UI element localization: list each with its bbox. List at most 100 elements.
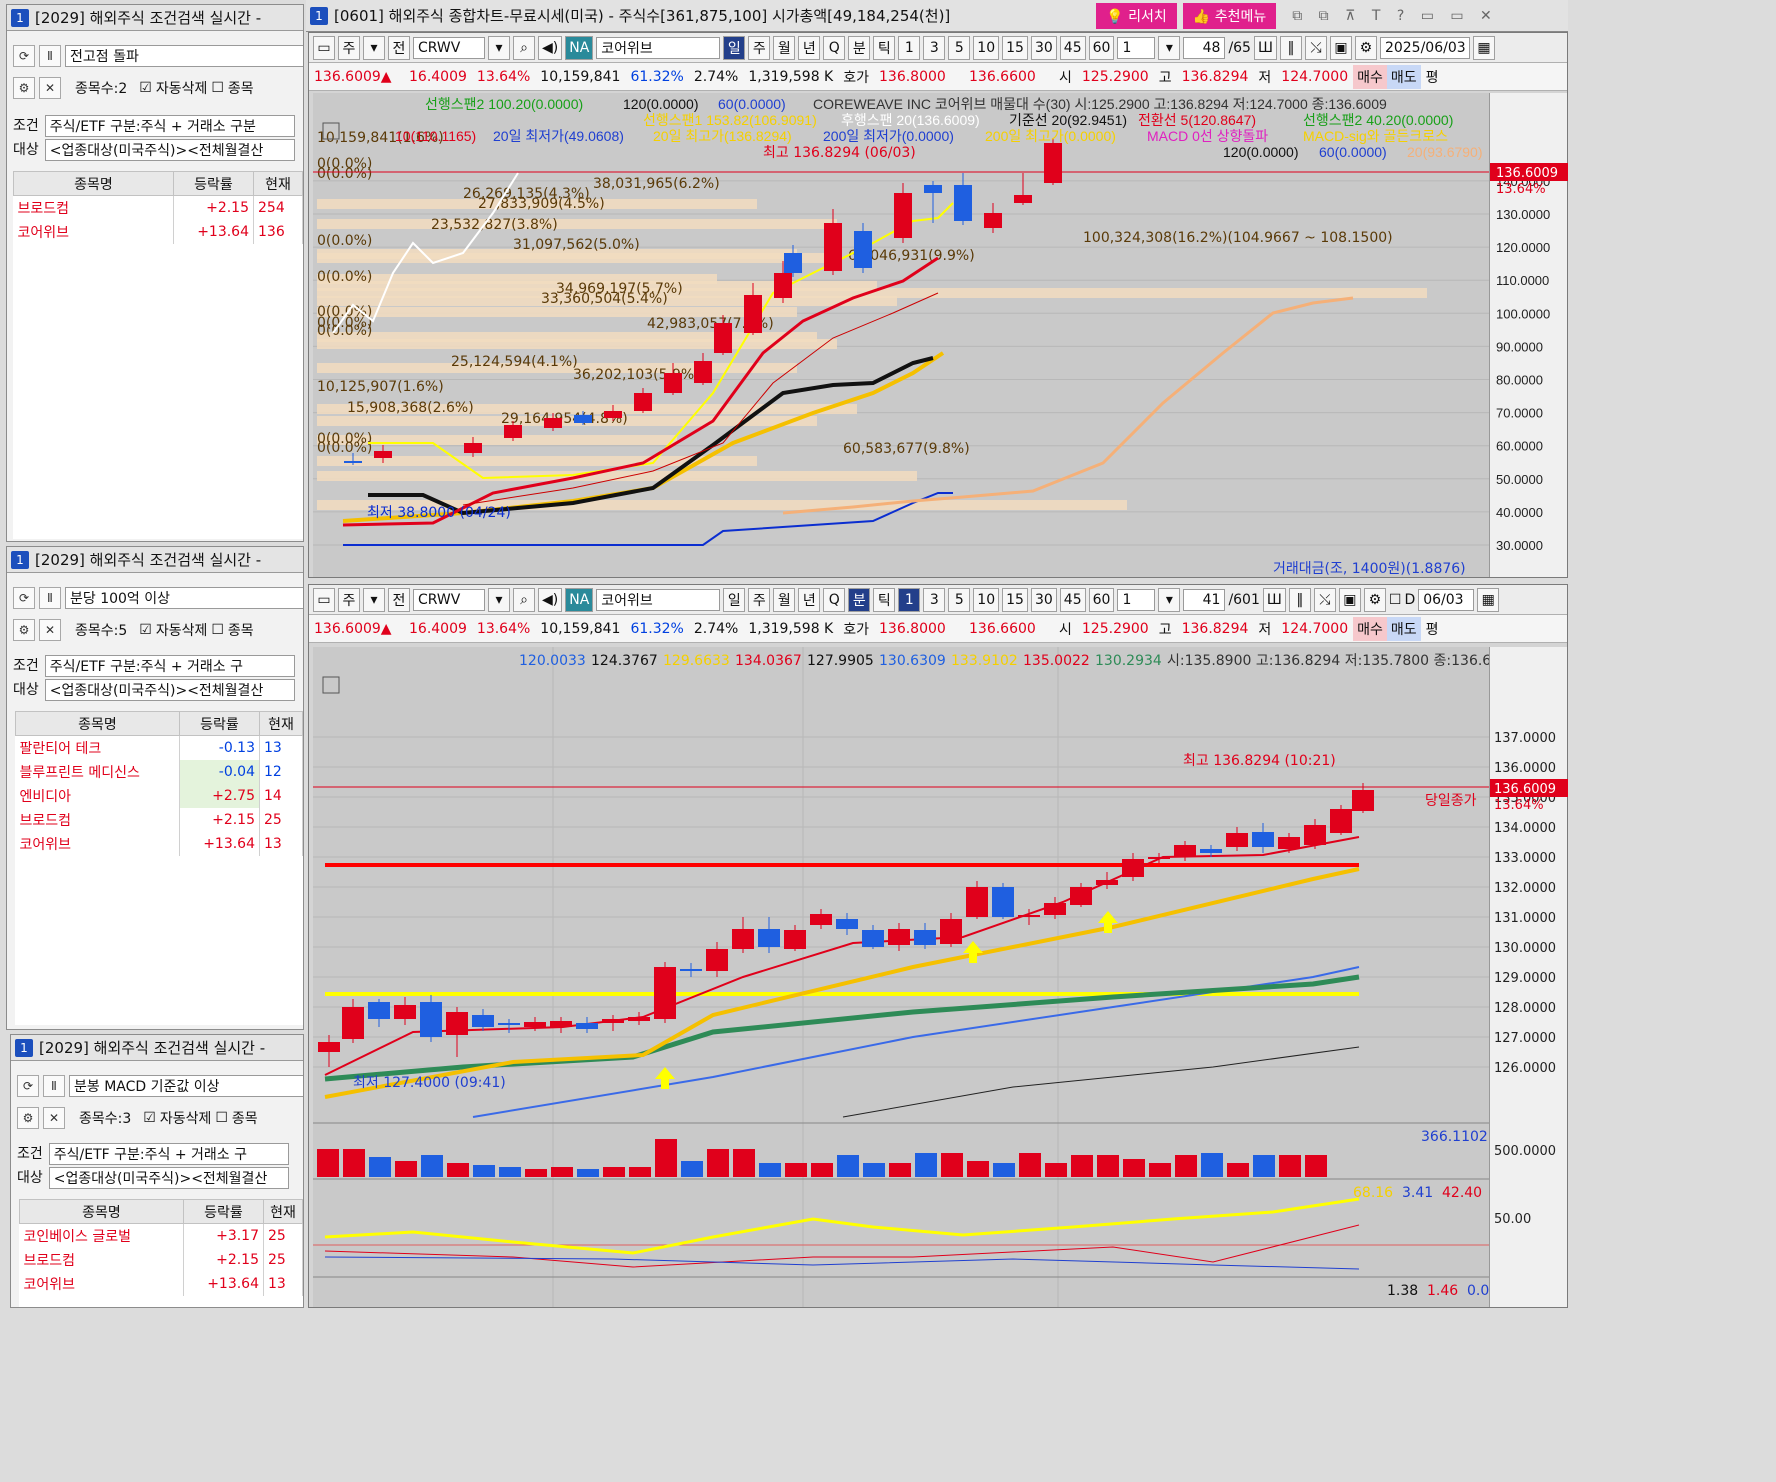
row-name[interactable]: 코인베이스 글로벌	[19, 1223, 184, 1248]
gear-icon[interactable]: ⚙	[17, 1107, 39, 1129]
period-month[interactable]: 월	[773, 587, 796, 612]
candle-icon[interactable]: Ш	[1262, 587, 1286, 612]
auto-delete-checkbox[interactable]: ☑	[143, 1110, 156, 1126]
table-row[interactable]: 코어위브 +13.64 13	[19, 1271, 303, 1296]
sell-button[interactable]: 매도	[1386, 64, 1421, 89]
sell-button[interactable]: 매도	[1386, 616, 1421, 641]
interval-15[interactable]: 15	[1002, 587, 1028, 612]
refresh-icon[interactable]: ⟳	[13, 45, 35, 67]
partial-checkbox[interactable]: ☐	[215, 1110, 228, 1126]
row-name[interactable]: 브로드컴	[19, 1247, 184, 1272]
window-titlebar[interactable]: 1 [2029] 해외주식 조건검색 실시간 -	[11, 1035, 303, 1061]
period-tick[interactable]: 틱	[873, 587, 896, 612]
interval-45[interactable]: 45	[1059, 587, 1086, 612]
dropdown-icon[interactable]: ▾	[363, 587, 385, 612]
interval-60[interactable]: 60	[1088, 35, 1115, 60]
daily-plot-area[interactable]: 10,159,841(1.6%) 0(0.0%) 26,269,135(4.3%) 3…	[313, 93, 1489, 577]
stock-name-field[interactable]: 코어위브	[596, 588, 721, 611]
interval-10[interactable]: 10	[973, 587, 1000, 612]
window-titlebar[interactable]: 1 [2029] 해외주식 조건검색 실시간 -	[7, 547, 303, 573]
type-button[interactable]: 주	[338, 587, 360, 612]
row-name[interactable]: 엔비디아	[15, 783, 180, 808]
table-row[interactable]: 코어위브 +13.64 136	[13, 219, 303, 244]
bar-count-input[interactable]: 41	[1183, 588, 1226, 611]
interval-custom[interactable]: 1	[1117, 588, 1156, 611]
auto-delete-checkbox[interactable]: ☑	[139, 80, 152, 96]
row-name[interactable]: 코어위브	[19, 1271, 184, 1296]
table-row[interactable]: 브로드컴 +2.15 25	[15, 807, 303, 832]
refresh-icon[interactable]: ⟳	[17, 1075, 39, 1097]
symbol-input[interactable]: CRWV	[413, 36, 485, 59]
speaker-icon[interactable]: ◀)	[538, 35, 563, 60]
period-quarter[interactable]: Q	[823, 587, 846, 612]
interval-dropdown-icon[interactable]: ▾	[1158, 35, 1181, 60]
symbol-dropdown-icon[interactable]: ▾	[488, 587, 510, 612]
row-name[interactable]: 팔란티어 테크	[15, 735, 180, 760]
period-year[interactable]: 년	[798, 35, 821, 60]
cond-field[interactable]: 주식/ETF 구분:주식 + 거래소 구	[48, 1143, 289, 1165]
interval-3[interactable]: 3	[923, 35, 946, 60]
period-day[interactable]: 일	[723, 587, 746, 612]
period-week[interactable]: 주	[748, 587, 771, 612]
bar-count-input[interactable]: 48	[1183, 36, 1226, 59]
table-row[interactable]: 코어위브 +13.64 13	[15, 831, 303, 856]
prev-button[interactable]: 전	[388, 587, 410, 612]
interval-10[interactable]: 10	[973, 35, 1000, 60]
dropdown-icon[interactable]: ▾	[363, 35, 385, 60]
condition-name-field[interactable]: 분봉 MACD 기준값 이상	[69, 1075, 303, 1097]
target-field[interactable]: <업종대상(미국주식)><전체월결산	[48, 1167, 289, 1189]
symbol-dropdown-icon[interactable]: ▾	[488, 35, 510, 60]
target-field[interactable]: <업종대상(미국주식)><전체월결산	[44, 679, 295, 701]
save-icon[interactable]: ▣	[1338, 587, 1361, 612]
interval-30[interactable]: 30	[1030, 587, 1057, 612]
period-quarter[interactable]: Q	[823, 35, 846, 60]
recommend-button[interactable]: 👍 추천메뉴	[1182, 2, 1277, 29]
gear-icon[interactable]: ⚙	[1363, 587, 1386, 612]
pause-icon[interactable]: Ⅱ	[43, 1075, 65, 1097]
period-minute[interactable]: 분	[848, 35, 871, 60]
pause-icon[interactable]: Ⅱ	[39, 45, 61, 67]
save-icon[interactable]: ▣	[1329, 35, 1352, 60]
close-icon[interactable]: ✕	[43, 1107, 65, 1129]
calendar-icon[interactable]: ▦	[1472, 35, 1495, 60]
table-row[interactable]: 엔비디아 +2.75 14	[15, 783, 303, 808]
period-month[interactable]: 월	[773, 35, 796, 60]
table-row[interactable]: 브로드컴 +2.15 25	[19, 1247, 303, 1272]
flat-button[interactable]: 평	[1421, 67, 1444, 87]
period-minute[interactable]: 분	[848, 587, 871, 612]
chart-titlebar[interactable]: 1 [0601] 해외주식 종합차트-무료시세(미국) - 주식수[361,87…	[306, 0, 1568, 32]
window-controls[interactable]: ⧉ ⧉ ⊼ T ? ▭ ▭ ✕	[1292, 8, 1498, 24]
table-row[interactable]: 팔란티어 테크 -0.13 13	[15, 735, 303, 760]
flat-button[interactable]: 평	[1421, 619, 1444, 639]
row-name[interactable]: 블루프린트 메디신스	[15, 759, 180, 784]
cond-field[interactable]: 주식/ETF 구분:주식 + 거래소 구분	[44, 115, 295, 137]
research-button[interactable]: 💡 리서치	[1096, 2, 1177, 29]
interval-15[interactable]: 15	[1002, 35, 1028, 60]
close-icon[interactable]: ✕	[39, 77, 61, 99]
row-name[interactable]: 코어위브	[15, 831, 180, 856]
draw-icon[interactable]: ⤯	[1313, 587, 1336, 612]
minute-plot-area[interactable]: 120.0033 124.3767 129.6633 134.0367 127.9905…	[313, 647, 1489, 1307]
interval-5[interactable]: 5	[948, 35, 971, 60]
close-icon[interactable]: ✕	[39, 619, 61, 641]
calendar-icon[interactable]: ▦	[1477, 587, 1500, 612]
date-input[interactable]: 06/03	[1418, 588, 1475, 611]
interval-dropdown-icon[interactable]: ▾	[1158, 587, 1181, 612]
cond-field[interactable]: 주식/ETF 구분:주식 + 거래소 구	[44, 655, 295, 677]
gear-icon[interactable]: ⚙	[1354, 35, 1377, 60]
pause-icon[interactable]: Ⅱ	[39, 587, 61, 609]
interval-1[interactable]: 1	[898, 35, 921, 60]
bar-icon[interactable]: ‖	[1288, 587, 1311, 612]
interval-custom[interactable]: 1	[1117, 36, 1156, 59]
auto-delete-checkbox[interactable]: ☑	[139, 622, 152, 638]
period-tick[interactable]: 틱	[873, 35, 896, 60]
buy-button[interactable]: 매수	[1353, 616, 1387, 641]
condition-name-field[interactable]: 전고점 돌파	[65, 45, 303, 67]
interval-3[interactable]: 3	[923, 587, 946, 612]
period-year[interactable]: 년	[798, 587, 821, 612]
interval-1[interactable]: 1	[898, 587, 921, 612]
interval-30[interactable]: 30	[1030, 35, 1057, 60]
row-name[interactable]: 코어위브	[13, 219, 174, 244]
prev-button[interactable]: 전	[388, 35, 410, 60]
candle-icon[interactable]: Ш	[1253, 35, 1277, 60]
